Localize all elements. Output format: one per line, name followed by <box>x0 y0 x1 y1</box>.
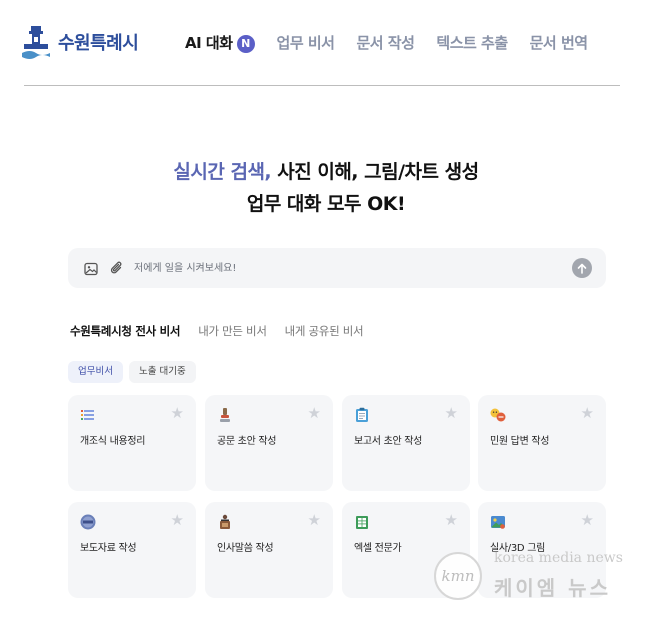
card-label: 보도자료 작성 <box>80 543 137 554</box>
assistant-card-report-draft[interactable]: ★ 보고서 초안 작성 <box>342 395 470 491</box>
nav-document-writing[interactable]: 문서 작성 <box>356 32 414 53</box>
prompt-box <box>68 248 606 288</box>
new-badge: N <box>236 35 255 53</box>
hero-accent-text: 실시간 검색, <box>173 161 272 183</box>
clipboard-icon <box>354 407 370 423</box>
tab-city-assistants[interactable]: 수원특례시청 전사 비서 <box>70 323 181 339</box>
logo[interactable]: 수원특례시 <box>20 22 139 62</box>
star-icon[interactable]: ★ <box>581 513 594 528</box>
hero-line-1-rest: 사진 이해, 그림/차트 생성 <box>271 161 479 183</box>
card-label: 보고서 초안 작성 <box>354 436 423 447</box>
assistant-card-greeting-speech[interactable]: ★ 인사말씀 작성 <box>205 502 333 598</box>
prompt-input[interactable] <box>134 256 554 280</box>
header: 수원특례시 AI 대화 N 업무 비서 문서 작성 텍스트 추출 문서 번역 <box>0 0 652 86</box>
tab-my-assistants[interactable]: 내가 만든 비서 <box>198 323 267 339</box>
watermark: kmn korea media news 케이엠 뉴스 <box>432 548 632 604</box>
card-label: 민원 답변 작성 <box>490 436 550 447</box>
tab-shared-assistants[interactable]: 내게 공유된 비서 <box>285 323 364 339</box>
card-label: 인사말씀 작성 <box>217 543 274 554</box>
card-label: 엑셀 전문가 <box>354 543 402 554</box>
image-upload-icon[interactable] <box>84 261 98 280</box>
star-icon[interactable]: ★ <box>445 513 458 528</box>
assistant-tabs: 수원특례시청 전사 비서 내가 만든 비서 내게 공유된 비서 <box>70 323 381 339</box>
card-label: 공문 초안 작성 <box>217 436 277 447</box>
watermark-korean: 케이엠 뉴스 <box>494 576 611 600</box>
nav-ai-chat[interactable]: AI 대화 N <box>185 32 255 53</box>
filter-chips: 업무비서 노출 대기중 <box>68 361 202 383</box>
assistant-card-official-draft[interactable]: ★ 공문 초안 작성 <box>205 395 333 491</box>
logo-text: 수원특례시 <box>58 33 139 54</box>
hero-line-1: 실시간 검색, 사진 이해, 그림/차트 생성 <box>0 156 652 188</box>
assistant-card-press-release[interactable]: ★ 보도자료 작성 <box>68 502 196 598</box>
card-label: 개조식 내용정리 <box>80 436 146 447</box>
star-icon[interactable]: ★ <box>308 513 321 528</box>
nav-ai-chat-label: AI 대화 <box>185 34 233 52</box>
star-icon[interactable]: ★ <box>581 406 594 421</box>
star-icon[interactable]: ★ <box>445 406 458 421</box>
watermark-logo: kmn <box>434 552 482 600</box>
hero-line-2: 업무 대화 모두 OK! <box>246 193 406 215</box>
assistant-card-bullet-summary[interactable]: ★ 개조식 내용정리 <box>68 395 196 491</box>
hero-title: 실시간 검색, 사진 이해, 그림/차트 생성 업무 대화 모두 OK! <box>0 156 652 220</box>
nav-document-translation[interactable]: 문서 번역 <box>530 32 588 53</box>
send-button[interactable] <box>572 258 592 278</box>
chip-pending-exposure[interactable]: 노출 대기중 <box>128 361 196 383</box>
news-icon <box>80 514 96 530</box>
star-icon[interactable]: ★ <box>171 513 184 528</box>
complaint-icon <box>490 407 506 423</box>
header-divider <box>24 85 620 86</box>
assistant-card-complaint-reply[interactable]: ★ 민원 답변 작성 <box>478 395 606 491</box>
spreadsheet-icon <box>354 514 370 530</box>
chip-work-assistant[interactable]: 업무비서 <box>68 361 123 383</box>
city-logo-icon <box>20 22 52 62</box>
nav-text-extraction[interactable]: 텍스트 추출 <box>436 32 508 53</box>
arrow-up-icon <box>577 263 587 274</box>
picture-icon <box>490 514 506 530</box>
podium-icon <box>217 514 233 530</box>
star-icon[interactable]: ★ <box>171 406 184 421</box>
stamp-icon <box>217 407 233 423</box>
main-nav: AI 대화 N 업무 비서 문서 작성 텍스트 추출 문서 번역 <box>185 32 610 53</box>
attach-file-icon[interactable] <box>110 260 124 280</box>
star-icon[interactable]: ★ <box>308 406 321 421</box>
nav-work-assistant[interactable]: 업무 비서 <box>277 32 335 53</box>
watermark-english: korea media news <box>494 550 623 566</box>
list-icon <box>80 407 96 423</box>
